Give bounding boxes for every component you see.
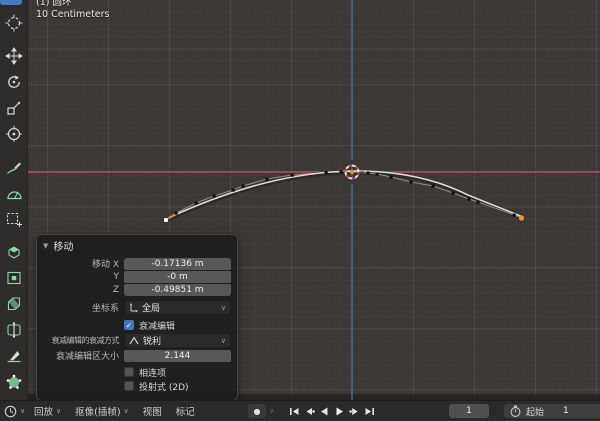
proportional-size-field[interactable]: 2.144 xyxy=(124,349,231,362)
move-y-label: Y xyxy=(113,272,120,282)
blender-window: (1) 圆环 10 Centimeters ▼ 移动 移动 X -0.17136… xyxy=(0,0,600,421)
jump-to-end-button[interactable] xyxy=(363,404,375,418)
tool-shelf xyxy=(0,0,28,415)
poly-build-tool-icon[interactable] xyxy=(3,371,25,392)
chevron-down-icon: ∨ xyxy=(220,303,226,312)
knife-tool-icon[interactable] xyxy=(3,345,25,366)
projected-2d-checkbox[interactable] xyxy=(124,381,134,391)
chevron-down-icon: ∨ xyxy=(123,407,129,415)
editor-type-selector[interactable]: ∨ xyxy=(4,401,25,421)
move-x-label: 移动 X xyxy=(91,260,119,270)
sharp-falloff-icon xyxy=(129,336,139,345)
chevron-down-icon: ∨ xyxy=(56,407,62,415)
bevel-tool-icon[interactable] xyxy=(3,293,25,314)
jump-to-start-button[interactable] xyxy=(288,404,300,418)
transform-tool-icon[interactable] xyxy=(3,123,25,144)
frame-start-label: 起始 xyxy=(526,407,545,418)
menu-keying[interactable]: 抠像(插帧) ∨ xyxy=(73,404,131,418)
prev-keyframe-button[interactable] xyxy=(303,404,315,418)
chevron-down-icon: ∨ xyxy=(20,407,26,415)
collapse-triangle-icon[interactable]: ▼ xyxy=(43,242,48,250)
frame-start-value: 1 xyxy=(563,406,569,416)
orientation-value: 全局 xyxy=(142,304,161,314)
axis-x-line xyxy=(28,171,600,173)
proportional-edit-label: 衰减编辑 xyxy=(139,321,176,332)
cursor-tool-icon[interactable] xyxy=(3,12,25,33)
scale-tool-icon[interactable] xyxy=(3,97,25,118)
move-operator-panel[interactable]: ▼ 移动 移动 X -0.17136 m Y -0 m Z -0.49851 m… xyxy=(36,234,238,401)
proportional-edit-checkbox[interactable]: ✓ xyxy=(124,320,134,330)
falloff-value: 锐利 xyxy=(143,337,162,347)
loop-cut-tool-icon[interactable] xyxy=(3,319,25,340)
falloff-dropdown[interactable]: 锐利 ∨ xyxy=(124,333,231,348)
projected-2d-label: 投射式 (2D) xyxy=(139,382,189,393)
inset-faces-tool-icon[interactable] xyxy=(3,267,25,288)
play-reverse-button[interactable] xyxy=(318,404,330,418)
connected-only-checkbox[interactable] xyxy=(124,367,134,377)
move-z-label: Z xyxy=(112,285,119,295)
current-frame-field[interactable]: 1 xyxy=(449,404,489,418)
measure-tool-icon[interactable] xyxy=(3,182,25,203)
annotate-tool-icon[interactable] xyxy=(3,156,25,177)
chevron-down-icon: ∨ xyxy=(220,336,226,345)
add-cube-tool-icon[interactable] xyxy=(3,208,25,229)
axis-z-line xyxy=(351,0,353,401)
clock-editor-icon xyxy=(4,405,17,417)
move-z-field[interactable]: -0.49851 m xyxy=(124,284,231,296)
frame-start-field[interactable]: 起始 1 xyxy=(504,404,600,418)
proportional-size-label: 衰减编辑区大小 xyxy=(55,352,119,362)
record-dot-icon: ● xyxy=(253,406,261,416)
grid-scale-label: 10 Centimeters xyxy=(36,9,110,20)
collection-label: (1) 圆环 xyxy=(36,0,72,8)
menu-markers[interactable]: 标记 xyxy=(174,404,197,418)
connected-only-label: 相连项 xyxy=(139,368,167,379)
stopwatch-icon xyxy=(510,405,521,417)
auto-keying-button[interactable]: ● xyxy=(248,404,266,418)
falloff-label: 衰减编辑的衰减方式 xyxy=(51,336,120,345)
play-button[interactable] xyxy=(333,404,345,418)
active-menu-fragment xyxy=(0,0,22,5)
check-icon: ✓ xyxy=(125,320,133,330)
move-x-field[interactable]: -0.17136 m xyxy=(124,257,231,270)
panel-title: 移动 xyxy=(53,242,74,253)
next-keyframe-button[interactable] xyxy=(348,404,360,418)
panel-header[interactable]: ▼ 移动 xyxy=(43,238,231,254)
extrude-region-tool-icon[interactable] xyxy=(3,241,25,262)
move-tool-icon[interactable] xyxy=(3,45,25,66)
global-axes-icon xyxy=(129,303,138,312)
menu-playback[interactable]: 回放 ∨ xyxy=(32,404,63,418)
menu-view[interactable]: 视图 xyxy=(141,404,164,418)
timeline-bar: ∨ 回放 ∨ 抠像(插帧) ∨ 视图 标记 ● ∨ 1 起始 1 xyxy=(0,400,600,421)
orientation-label: 坐标系 xyxy=(91,304,119,314)
move-y-field[interactable]: -0 m xyxy=(124,271,231,283)
rotate-tool-icon[interactable] xyxy=(3,71,25,92)
chevron-down-icon[interactable]: ∨ xyxy=(269,407,274,415)
orientation-dropdown[interactable]: 全局 ∨ xyxy=(124,300,231,315)
